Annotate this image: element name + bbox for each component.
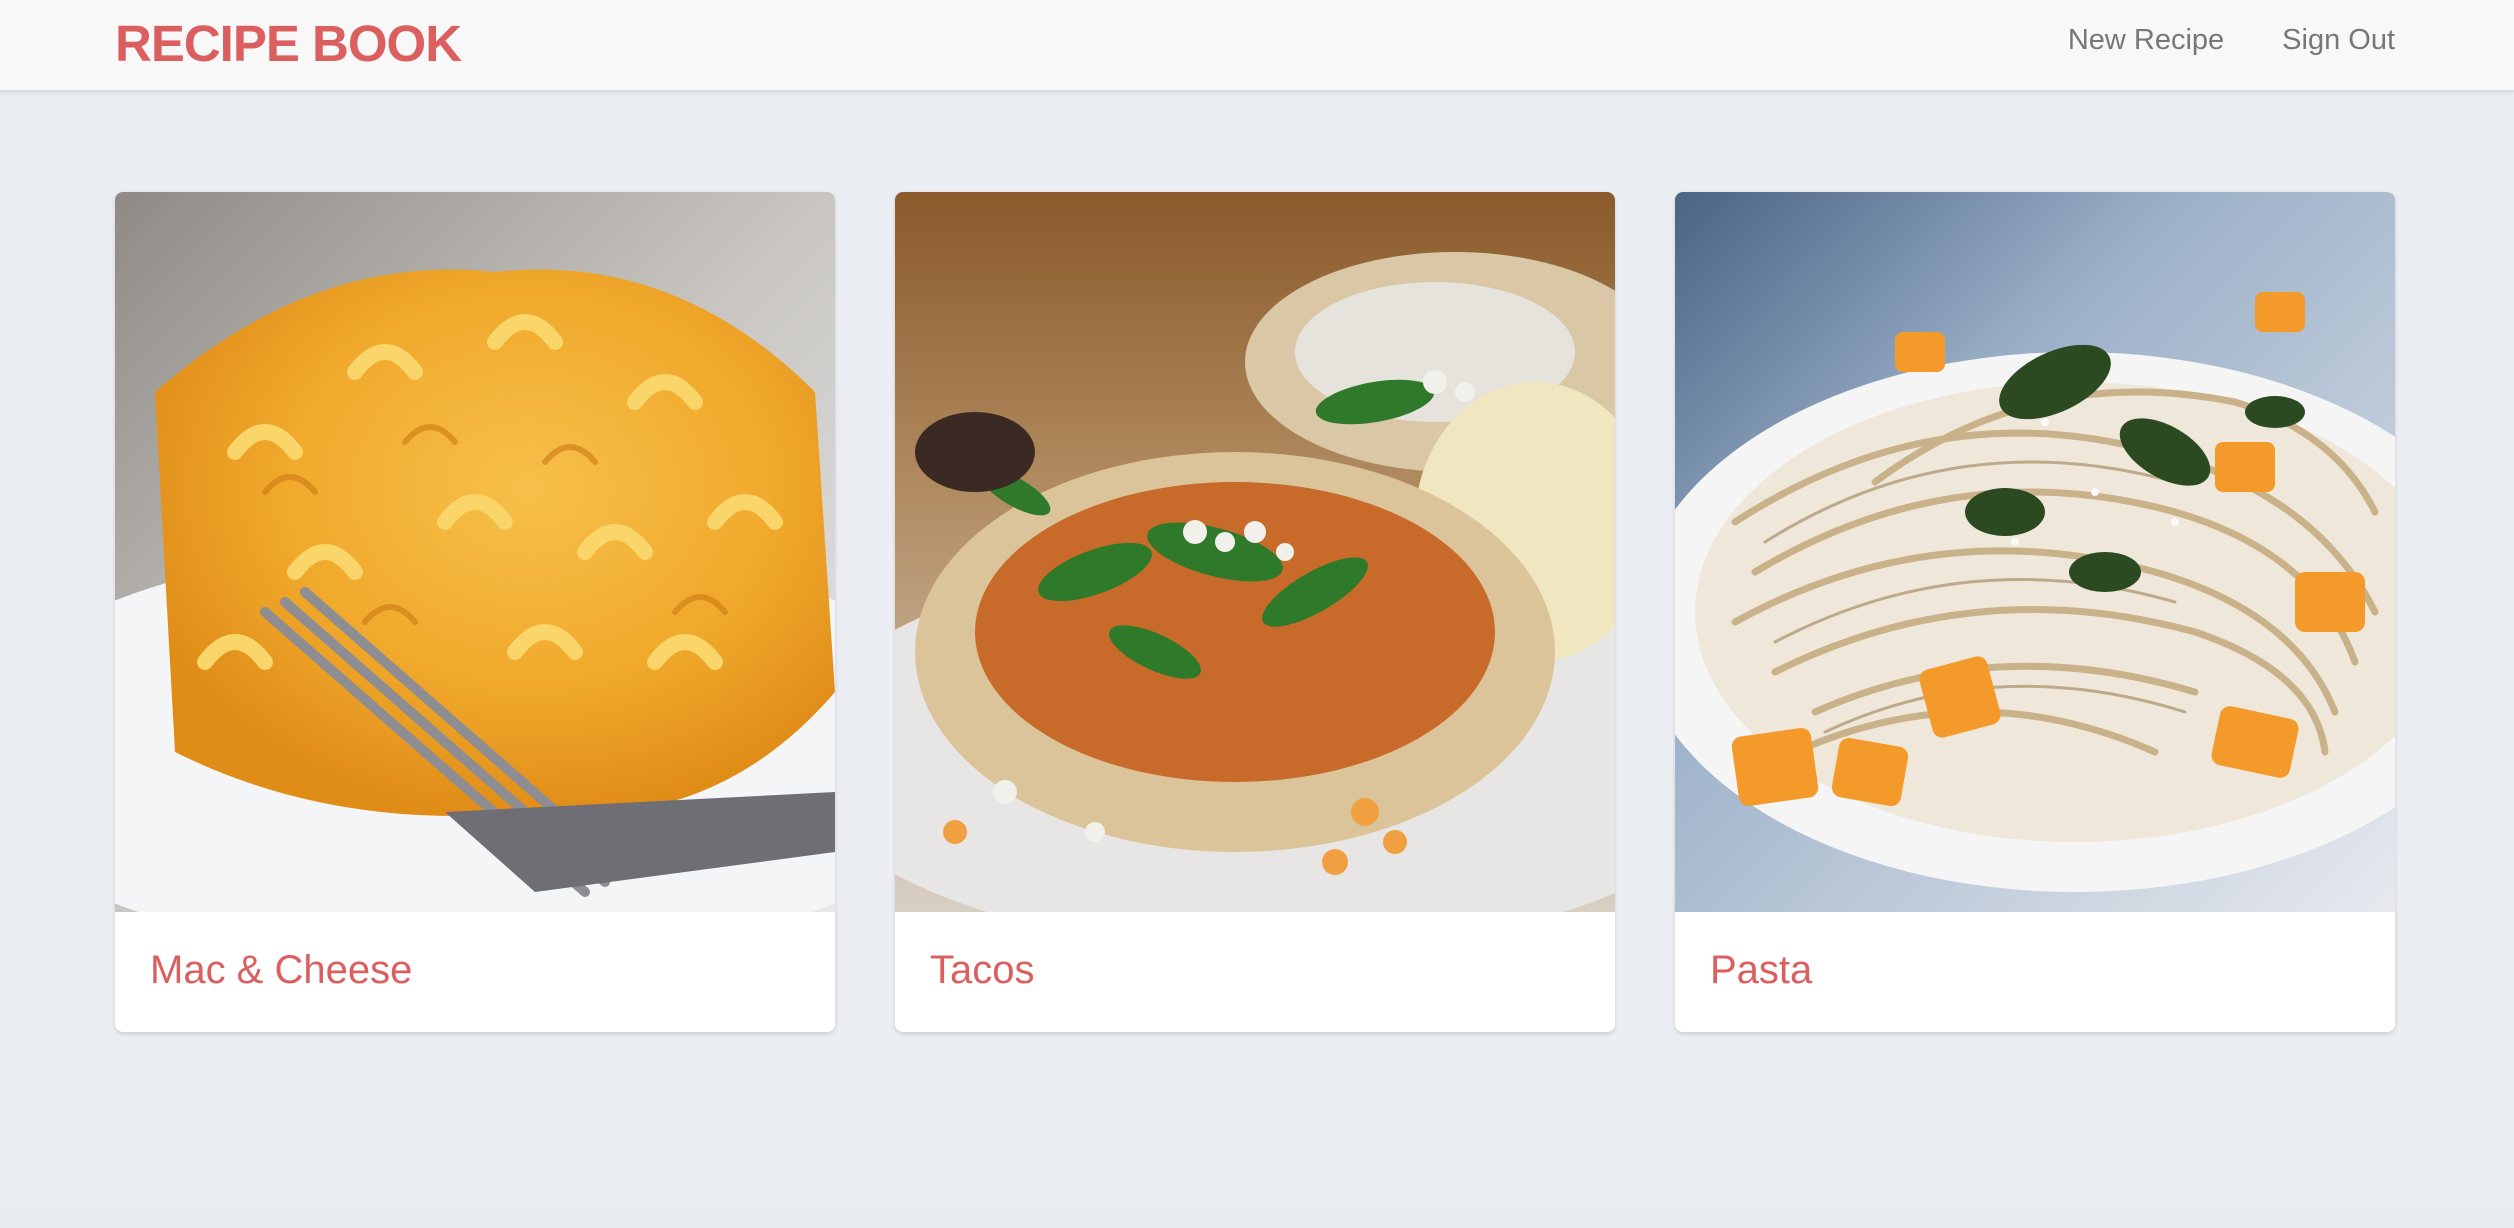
recipe-card[interactable]: Tacos bbox=[895, 192, 1615, 1032]
recipe-image-mac-and-cheese[interactable] bbox=[115, 192, 835, 912]
recipe-title[interactable]: Mac & Cheese bbox=[150, 948, 412, 993]
sign-out-link[interactable]: Sign Out bbox=[2282, 24, 2395, 57]
recipe-title[interactable]: Tacos bbox=[930, 948, 1035, 993]
mac-and-cheese-photo bbox=[115, 192, 835, 912]
pasta-photo bbox=[1675, 192, 2395, 912]
navbar: RECIPE BOOK New Recipe Sign Out bbox=[0, 0, 2514, 92]
recipe-title[interactable]: Pasta bbox=[1710, 948, 1812, 993]
recipe-card[interactable]: Mac & Cheese bbox=[115, 192, 835, 1032]
footer-shadow bbox=[0, 1190, 2514, 1228]
recipe-image-tacos[interactable] bbox=[895, 192, 1615, 912]
new-recipe-link[interactable]: New Recipe bbox=[2068, 24, 2224, 57]
tacos-photo bbox=[895, 192, 1615, 912]
brand-logo[interactable]: RECIPE BOOK bbox=[115, 14, 462, 73]
recipe-card[interactable]: Pasta bbox=[1675, 192, 2395, 1032]
recipe-image-pasta[interactable] bbox=[1675, 192, 2395, 912]
nav-links: New Recipe Sign Out bbox=[2068, 24, 2395, 57]
